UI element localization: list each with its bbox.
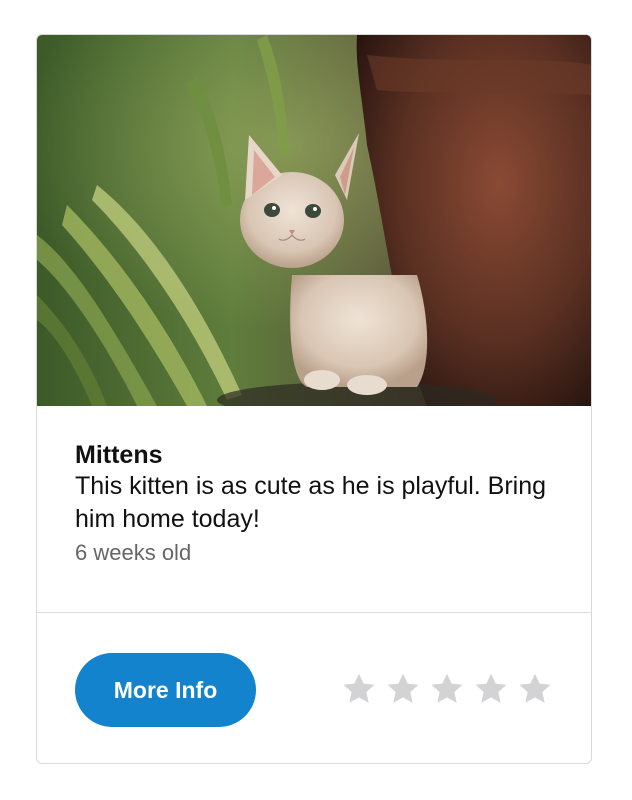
pet-card: Mittens This kitten is as cute as he is …: [36, 34, 592, 764]
pet-age: 6 weeks old: [75, 540, 192, 565]
kitten-photo: [37, 35, 591, 406]
star-icon[interactable]: [341, 671, 377, 707]
star-rating: [341, 671, 553, 707]
star-icon[interactable]: [473, 671, 509, 707]
star-icon[interactable]: [429, 671, 465, 707]
card-body: Mittens This kitten is as cute as he is …: [75, 440, 555, 568]
card-divider: [37, 612, 591, 613]
pet-description: This kitten is as cute as he is playful.…: [75, 472, 547, 533]
more-info-button[interactable]: More Info: [75, 653, 256, 727]
star-icon[interactable]: [517, 671, 553, 707]
pet-name: Mittens: [75, 441, 163, 469]
star-icon[interactable]: [385, 671, 421, 707]
